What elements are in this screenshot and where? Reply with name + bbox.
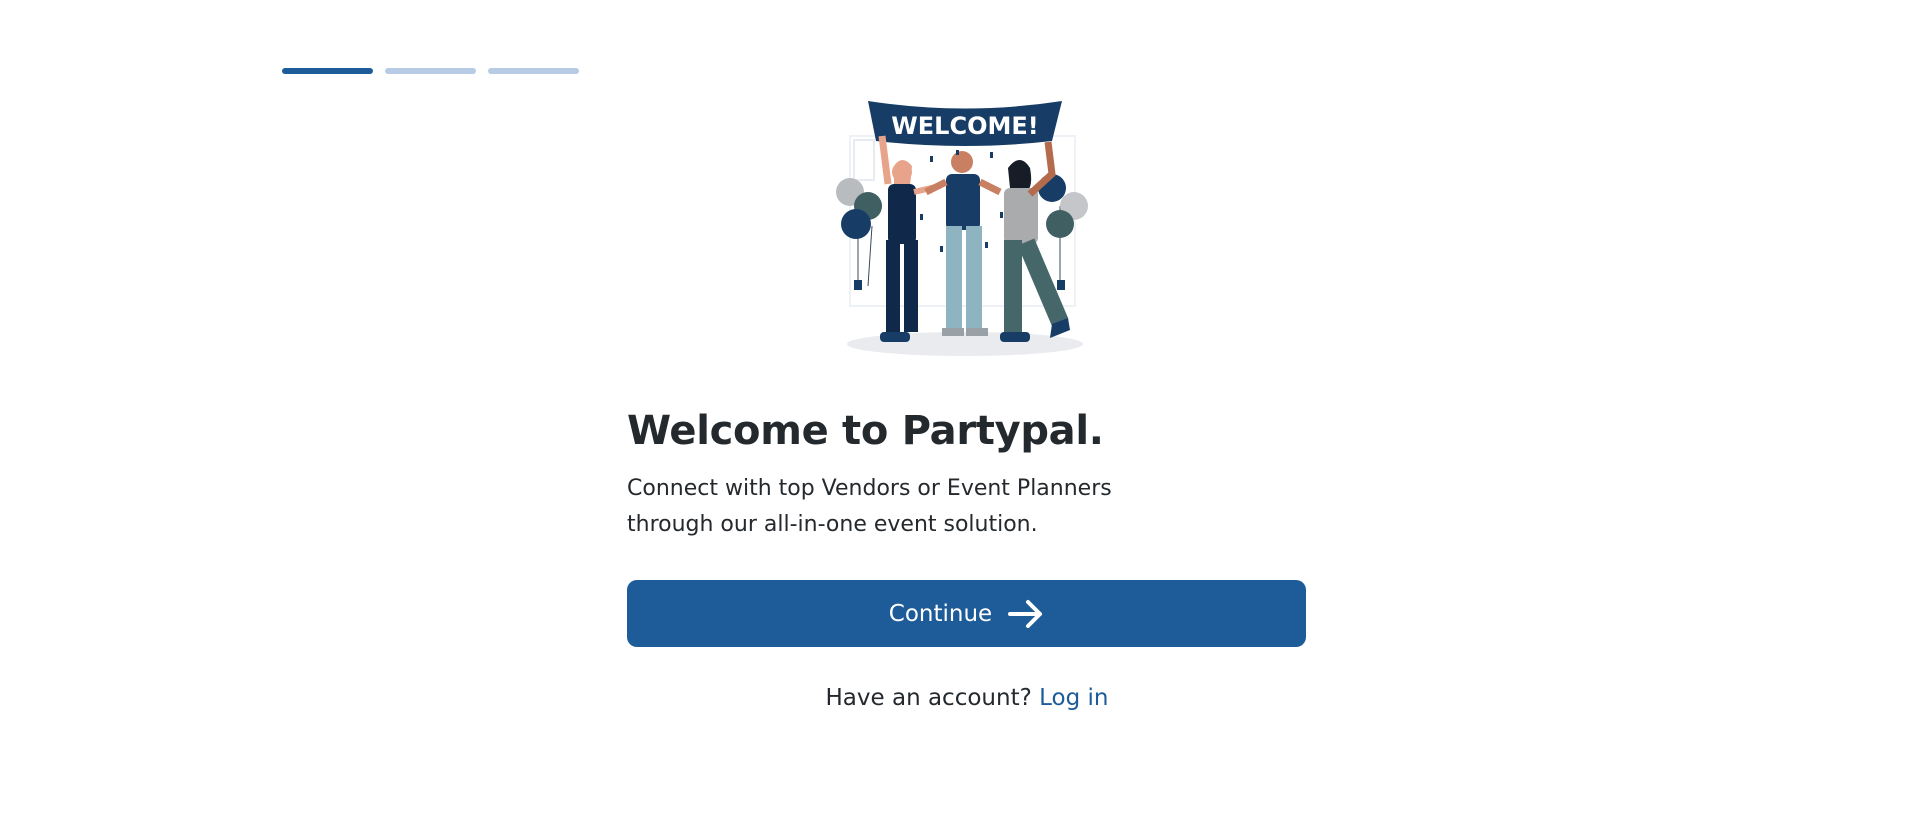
continue-button[interactable]: Continue bbox=[627, 580, 1306, 647]
banner-text: WELCOME! bbox=[891, 112, 1038, 140]
account-prompt-text: Have an account? bbox=[825, 685, 1032, 711]
arrow-right-icon bbox=[1008, 599, 1044, 629]
progress-step-3 bbox=[488, 68, 579, 74]
login-link[interactable]: Log in bbox=[1039, 685, 1108, 711]
page-subtitle: Connect with top Vendors or Event Planne… bbox=[627, 476, 1112, 537]
progress-step-1 bbox=[282, 68, 373, 74]
step-progress bbox=[282, 68, 579, 74]
continue-label: Continue bbox=[888, 600, 993, 627]
welcome-content: Welcome to Partypal. Connect with top Ve… bbox=[627, 405, 1307, 711]
progress-step-2 bbox=[385, 68, 476, 74]
welcome-party-illustration: WELCOME! bbox=[830, 96, 1100, 360]
login-prompt: Have an account? Log in bbox=[627, 685, 1307, 711]
page-title: Welcome to Partypal. bbox=[627, 408, 1104, 454]
